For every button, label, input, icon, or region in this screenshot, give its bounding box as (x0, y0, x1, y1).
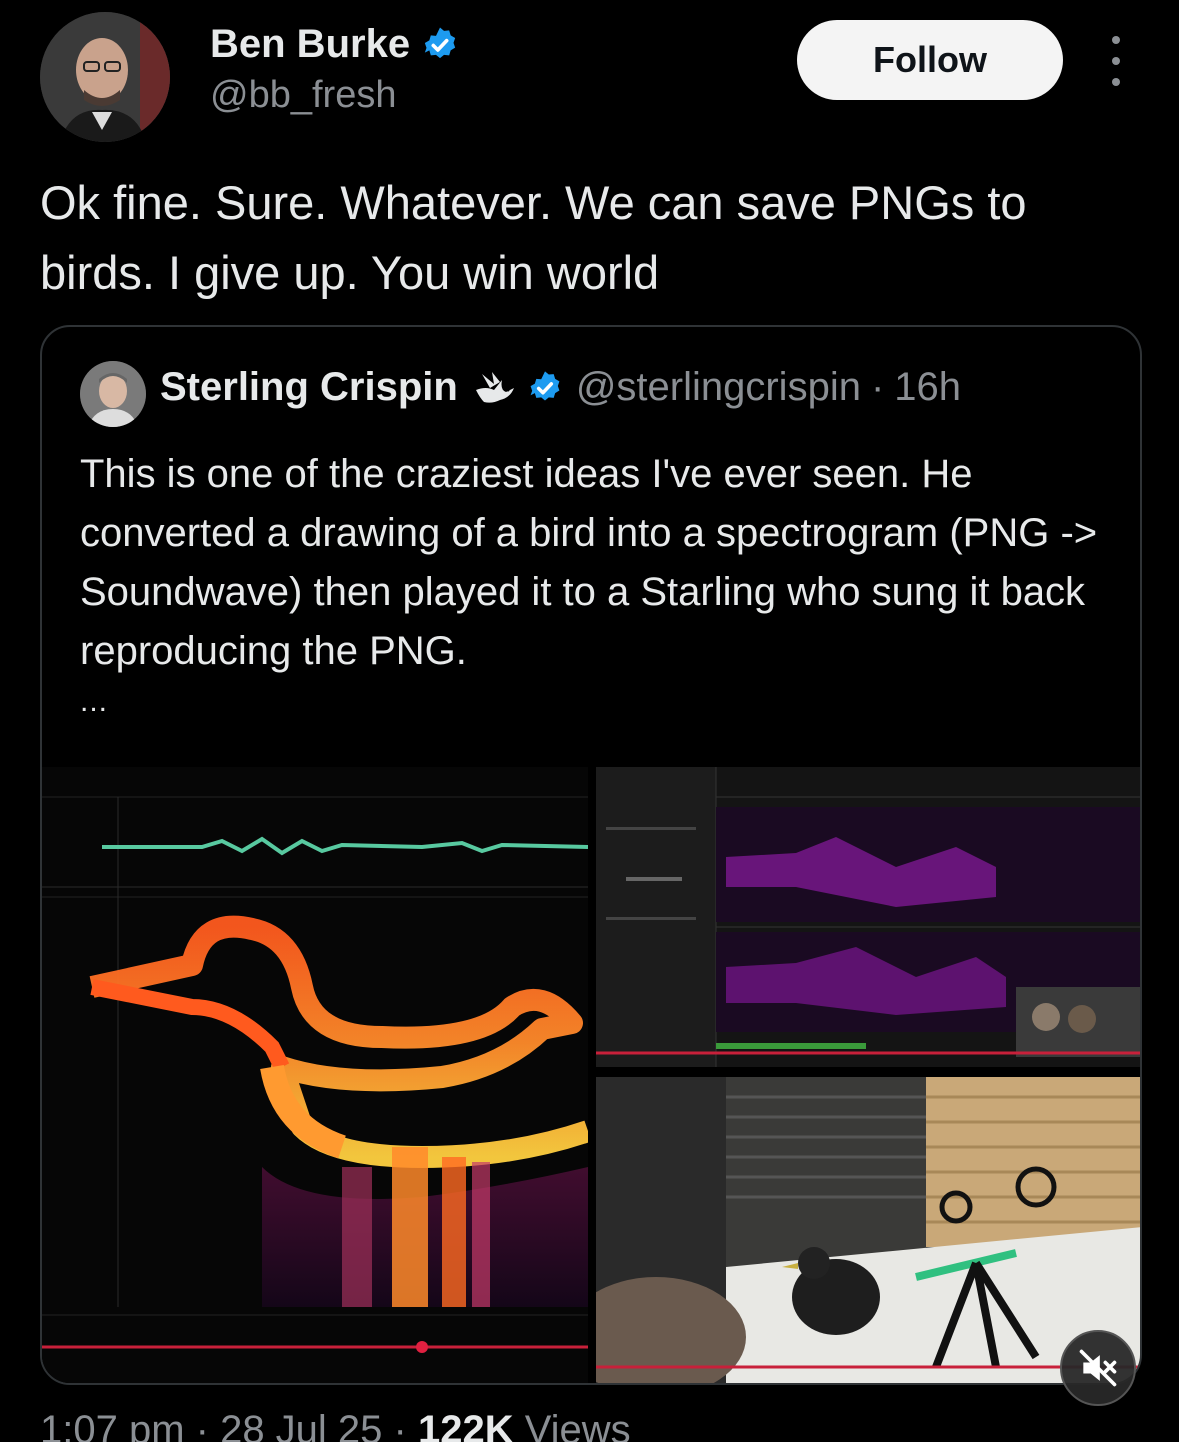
author-name[interactable]: Ben Burke (210, 22, 410, 67)
author-avatar[interactable] (40, 12, 170, 142)
quote-media-grid (42, 767, 1140, 1383)
spectrogram-editor-image (596, 767, 1140, 1067)
mute-toggle-button[interactable] (1060, 1330, 1136, 1406)
quote-avatar-image (80, 361, 146, 427)
quote-show-more[interactable]: ... (80, 685, 108, 719)
views-label: Views (513, 1408, 631, 1442)
quote-author-avatar[interactable] (80, 361, 146, 427)
audio-editor-screenshot[interactable] (596, 767, 1140, 1067)
author-name-row[interactable]: Ben Burke (210, 22, 460, 67)
quote-author-name[interactable]: Sterling Crispin (160, 365, 458, 410)
verified-badge-icon (530, 370, 560, 401)
tweet-detail: Ben Burke @bb_fresh Follow Ok fine. Sure… (0, 0, 1179, 1442)
muted-speaker-icon (1079, 1349, 1117, 1387)
quote-text: This is one of the craziest ideas I've e… (80, 452, 1098, 673)
separator-dot: · (870, 365, 885, 409)
author-handle[interactable]: @bb_fresh (210, 74, 396, 117)
dove-icon (475, 371, 514, 403)
tweet-timestamp: 1:07 pm · 28 Jul 25 · 122K Views (40, 1408, 631, 1442)
quoted-tweet[interactable]: Sterling Crispin @sterlingcrispin · 16h … (40, 325, 1142, 1385)
quote-header: Sterling Crispin @sterlingcrispin · 16h (160, 365, 961, 410)
starling-photo[interactable] (596, 1077, 1140, 1383)
tweet-text: Ok fine. Sure. Whatever. We can save PNG… (40, 176, 1027, 299)
quote-time[interactable]: 16h (894, 365, 961, 410)
spectrogram-image[interactable] (42, 767, 588, 1383)
verified-badge-icon (424, 27, 456, 58)
timestamp-text[interactable]: 1:07 pm · 28 Jul 25 · (40, 1408, 418, 1442)
author-avatar-image (40, 12, 170, 142)
more-vertical-icon[interactable] (1096, 36, 1136, 86)
views-count: 122K (417, 1408, 514, 1442)
follow-button[interactable]: Follow (797, 20, 1063, 100)
quote-author-handle[interactable]: @sterlingcrispin (576, 365, 861, 410)
starling-photo-image (596, 1077, 1140, 1383)
spectrogram-bird-drawing (42, 767, 588, 1383)
